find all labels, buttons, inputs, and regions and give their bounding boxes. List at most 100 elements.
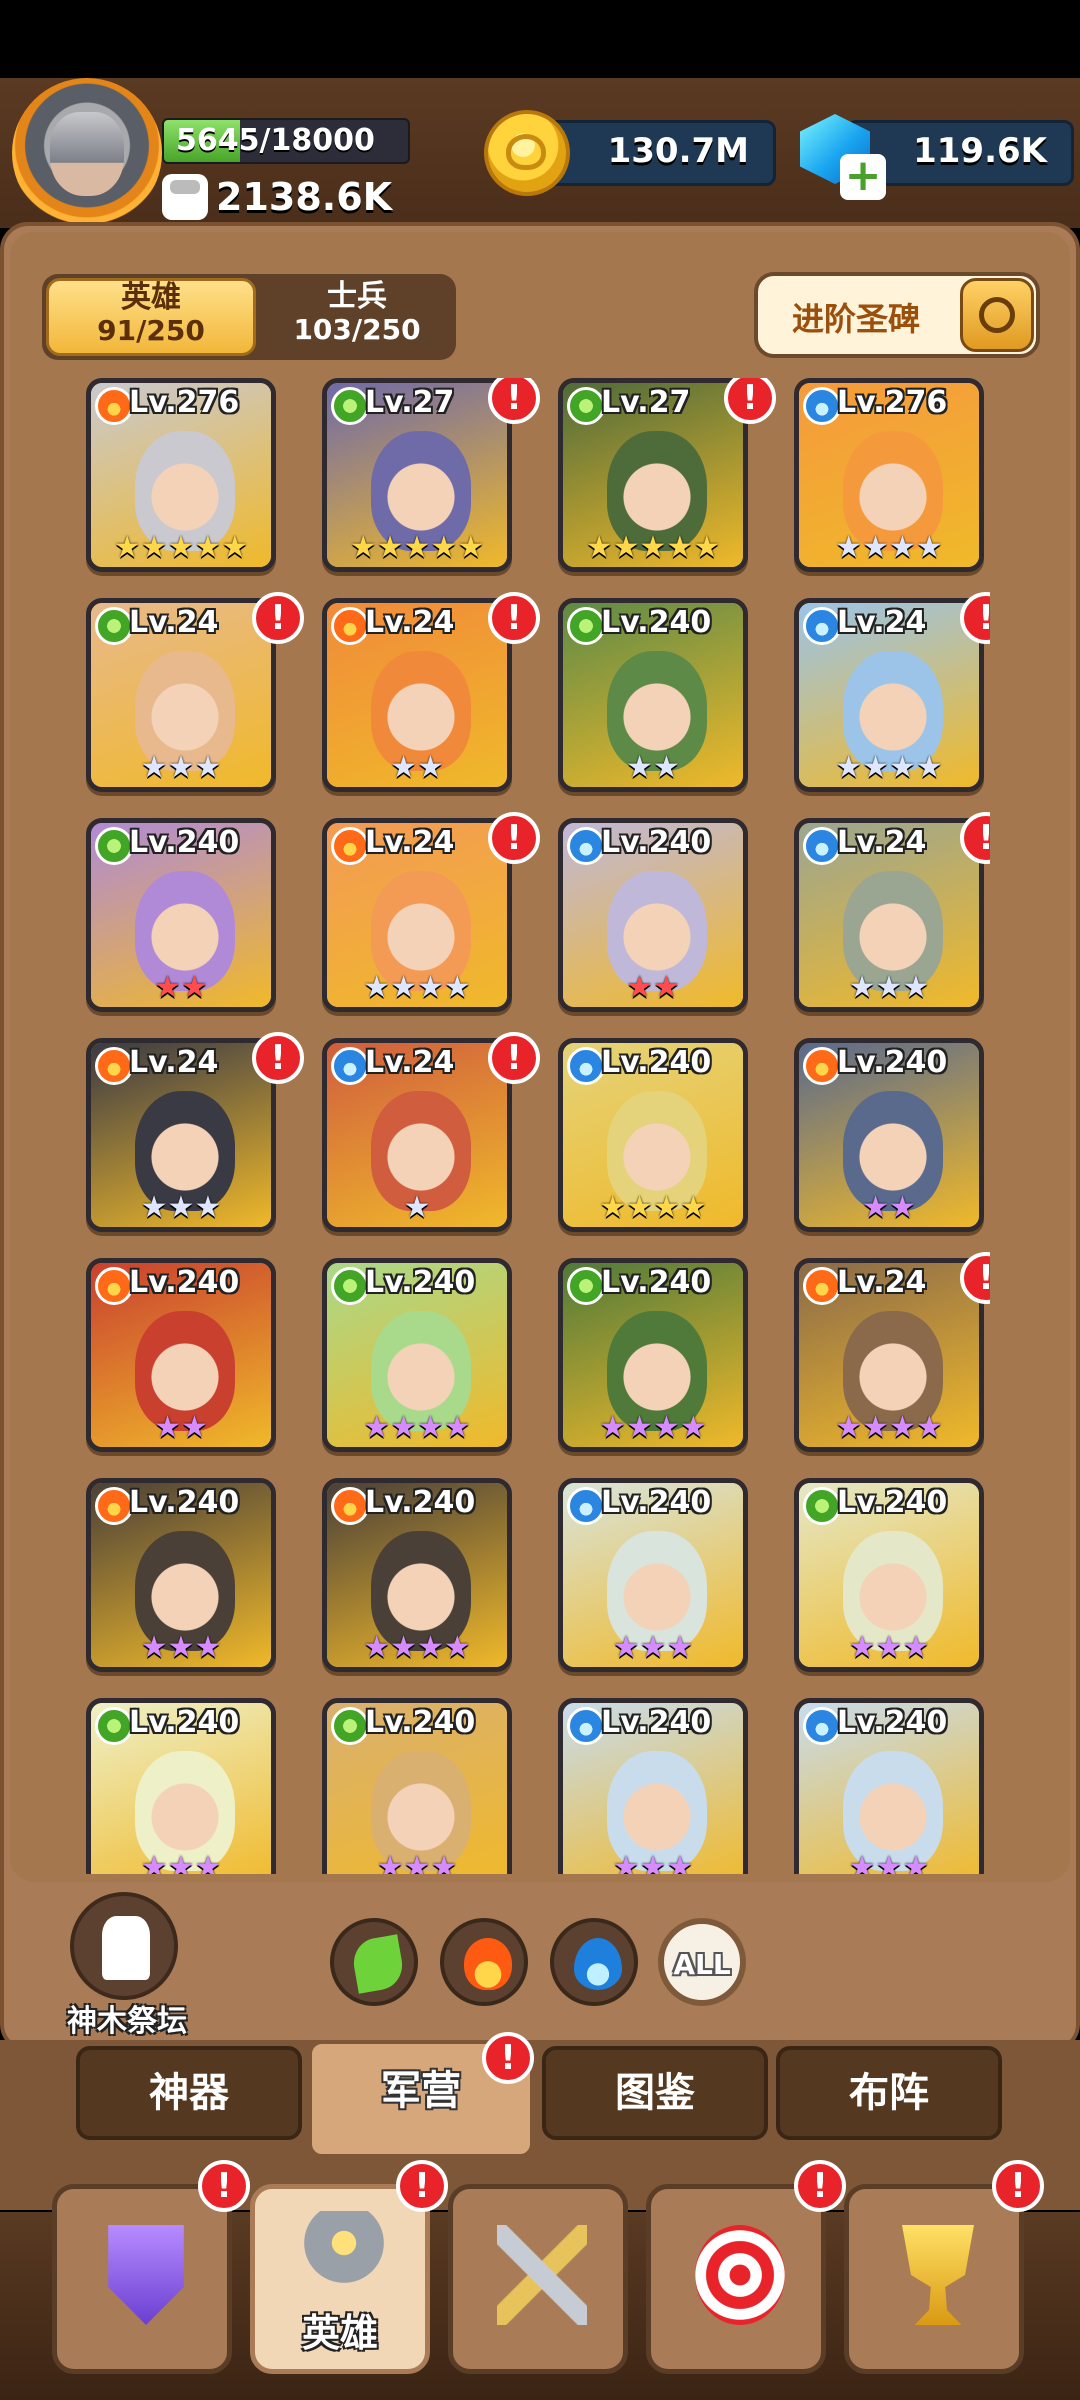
hero-level: Lv.27 — [365, 385, 455, 420]
coin-value: 130.7M — [607, 131, 749, 171]
hero-stars: ★ — [403, 1190, 431, 1225]
filter-water-button[interactable] — [550, 1918, 638, 2006]
hero-card[interactable]: Lv.276 ★★★★ — [794, 378, 984, 572]
tab-artifact[interactable]: 神器 — [76, 2046, 302, 2140]
water-element-icon — [567, 1707, 605, 1745]
leaf-element-icon — [567, 1267, 605, 1305]
water-drop-icon — [574, 1938, 622, 1990]
hero-stars: ★★ — [154, 970, 208, 1005]
hero-card[interactable]: Lv.276 ★★★★★ — [86, 378, 276, 572]
hero-card[interactable]: Lv.27 ★★★★★ — [558, 378, 748, 572]
hero-card[interactable]: Lv.27 ★★★★★ — [322, 378, 512, 572]
hero-card[interactable]: Lv.240 ★★★ — [558, 1478, 748, 1672]
tab-soldiers[interactable]: 士兵 103/250 — [262, 280, 452, 356]
hero-card[interactable]: Lv.24 ★★★★ — [794, 598, 984, 792]
xp-text: 5645/18000 — [176, 123, 375, 158]
compass-icon — [960, 278, 1034, 352]
hero-level: Lv.240 — [129, 1485, 240, 1520]
leaf-element-icon — [331, 387, 369, 425]
hero-card[interactable]: Lv.24 ★★ — [322, 598, 512, 792]
filter-leaf-button[interactable] — [330, 1918, 418, 2006]
add-gems-button[interactable]: + — [840, 154, 886, 200]
hero-level: Lv.24 — [837, 825, 927, 860]
nav-battle-button[interactable] — [448, 2184, 628, 2374]
coin-icon — [484, 110, 570, 196]
water-element-icon — [803, 1707, 841, 1745]
filter-fire-button[interactable] — [440, 1918, 528, 2006]
hero-card[interactable]: Lv.240 ★★ — [794, 1038, 984, 1232]
hero-stars: ★★★★ — [599, 1190, 707, 1225]
water-element-icon — [331, 1047, 369, 1085]
hero-card[interactable]: Lv.240 ★★★★ — [322, 1478, 512, 1672]
avatar-portrait — [50, 112, 124, 196]
tab-heroes[interactable]: 英雄 91/250 — [46, 278, 256, 356]
hero-card[interactable]: Lv.240 ★★★ — [86, 1698, 276, 1874]
water-element-icon — [803, 607, 841, 645]
hero-card[interactable]: Lv.240 ★★★★ — [558, 1258, 748, 1452]
tab-heroes-label: 英雄 — [121, 280, 181, 315]
filter-all-button[interactable]: ALL — [658, 1918, 746, 2006]
hero-card[interactable]: Lv.24 ★★★★ — [794, 1258, 984, 1452]
hero-level: Lv.240 — [365, 1705, 476, 1740]
hero-level: Lv.24 — [365, 1045, 455, 1080]
hero-card[interactable]: Lv.240 ★★★ — [794, 1698, 984, 1874]
hero-card[interactable]: Lv.240 ★★★ — [86, 1478, 276, 1672]
hero-card[interactable]: Lv.240 ★★★ — [558, 1698, 748, 1874]
tab-formation[interactable]: 布阵 — [776, 2046, 1002, 2140]
tab-soldiers-label: 士兵 — [327, 279, 387, 314]
hero-card[interactable]: Lv.240 ★★★ — [794, 1478, 984, 1672]
water-element-icon — [567, 1047, 605, 1085]
nav-shield-button[interactable] — [52, 2184, 232, 2374]
tab-codex[interactable]: 图鉴 — [542, 2046, 768, 2140]
hero-card[interactable]: Lv.24 ★★★ — [86, 1038, 276, 1232]
hero-card[interactable]: Lv.240 ★★ — [558, 818, 748, 1012]
leaf-element-icon — [95, 607, 133, 645]
hero-grid: Lv.276 ★★★★★ Lv.27 ★★★★★! Lv.27 ★★★★★! Lv.276 ★… — [86, 378, 990, 1874]
hero-stars: ★★★★ — [363, 970, 471, 1005]
hero-level: Lv.240 — [129, 1705, 240, 1740]
nav-trophy-button[interactable] — [844, 2184, 1024, 2374]
nav-heroes-button[interactable]: 英雄 — [250, 2184, 430, 2374]
hero-stars: ★★★ — [376, 1850, 458, 1875]
hero-card[interactable]: Lv.240 ★★★★ — [558, 1038, 748, 1232]
fire-element-icon — [803, 1047, 841, 1085]
fire-element-icon — [95, 1047, 133, 1085]
altar-icon[interactable] — [70, 1892, 178, 2000]
hero-alert-badge: ! — [488, 812, 540, 864]
hero-stars: ★★★★★ — [585, 530, 721, 565]
coin-counter[interactable]: 130.7M — [546, 120, 776, 186]
hero-level: Lv.240 — [365, 1485, 476, 1520]
hero-level: Lv.240 — [601, 605, 712, 640]
hero-card[interactable]: Lv.24 ★ — [322, 1038, 512, 1232]
hero-card[interactable]: Lv.24 ★★★★ — [322, 818, 512, 1012]
hero-card[interactable]: Lv.240 ★★ — [86, 818, 276, 1012]
hero-card[interactable]: Lv.240 ★★★ — [322, 1698, 512, 1874]
hero-level: Lv.240 — [837, 1705, 948, 1740]
hero-card[interactable]: Lv.240 ★★★★ — [322, 1258, 512, 1452]
hero-stars: ★★★ — [612, 1630, 694, 1665]
hero-level: Lv.240 — [837, 1485, 948, 1520]
hero-card[interactable]: Lv.240 ★★ — [86, 1258, 276, 1452]
leaf-element-icon — [567, 387, 605, 425]
fire-element-icon — [331, 1487, 369, 1525]
nav-target-button[interactable] — [646, 2184, 826, 2374]
leaf-element-icon — [567, 607, 605, 645]
hero-stars: ★★★ — [848, 970, 930, 1005]
hero-stars: ★★★★ — [363, 1630, 471, 1665]
hero-stars: ★★★ — [140, 1630, 222, 1665]
hero-stars: ★★ — [154, 1410, 208, 1445]
hero-card[interactable]: Lv.24 ★★★ — [794, 818, 984, 1012]
hero-card[interactable]: Lv.24 ★★★ — [86, 598, 276, 792]
water-element-icon — [567, 1487, 605, 1525]
leaf-element-icon — [331, 1267, 369, 1305]
hero-stars: ★★★ — [848, 1850, 930, 1875]
leaf-element-icon — [331, 1707, 369, 1745]
hero-level: Lv.24 — [129, 605, 219, 640]
hero-alert-badge: ! — [488, 1032, 540, 1084]
tab-heroes-count: 91/250 — [97, 314, 205, 347]
hero-level: Lv.276 — [837, 385, 948, 420]
advance-stele-button[interactable]: 进阶圣碑 — [754, 272, 1040, 358]
hero-card[interactable]: Lv.240 ★★ — [558, 598, 748, 792]
trophy-icon — [902, 2225, 974, 2325]
player-avatar[interactable] — [12, 78, 162, 228]
